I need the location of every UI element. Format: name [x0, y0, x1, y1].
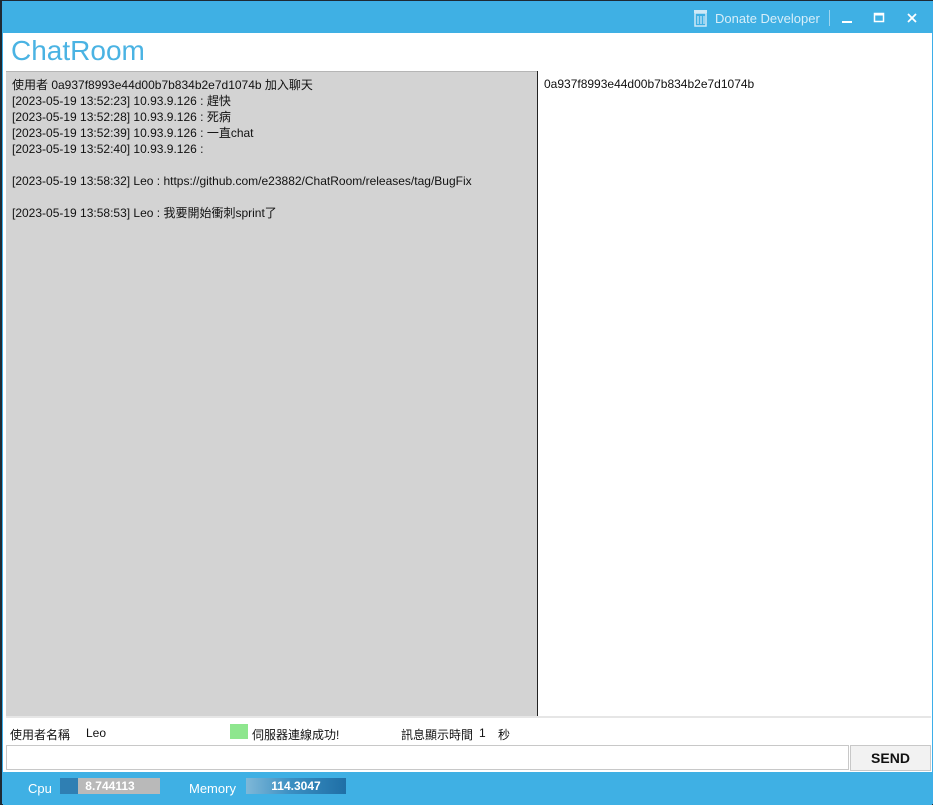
chat-message: [2023-05-19 13:58:32] Leo : https://gith…	[12, 174, 472, 188]
chat-message: [2023-05-19 13:58:53] Leo : 我要開始衝刺sprint…	[12, 206, 277, 220]
display-time-unit: 秒	[498, 728, 511, 742]
donate-developer-button[interactable]: Donate Developer	[691, 8, 820, 28]
chat-message-log[interactable]: 使用者 0a937f8993e44d00b7b834b2e7d1074b 加入聊…	[6, 71, 537, 716]
maximize-icon	[873, 12, 885, 23]
server-status-text: 伺服器連線成功!	[252, 728, 340, 742]
username-label: 使用者名稱	[10, 728, 71, 742]
content-separator	[6, 716, 931, 718]
close-button[interactable]	[902, 8, 922, 28]
chat-message	[12, 157, 531, 173]
online-users-list[interactable]: 0a937f8993e44d00b7b834b2e7d1074b	[538, 71, 930, 716]
chat-message: 使用者 0a937f8993e44d00b7b834b2e7d1074b 加入聊…	[12, 78, 313, 92]
chat-message: [2023-05-19 13:52:28] 10.93.9.126 : 死病	[12, 110, 231, 124]
title-separator	[829, 10, 830, 26]
maximize-button[interactable]	[869, 8, 889, 28]
memory-meter: 114.3047	[246, 778, 346, 794]
info-row: 使用者名稱 Leo 伺服器連線成功! 訊息顯示時間 1 秒	[3, 719, 932, 745]
donate-cup-icon	[694, 10, 707, 27]
username-value: Leo	[86, 726, 107, 740]
chat-message	[12, 189, 531, 205]
message-input[interactable]	[6, 745, 849, 770]
connection-status-indicator	[230, 724, 248, 739]
status-bar: Cpu 8.744113 Memory 114.3047	[3, 772, 932, 805]
minimize-button[interactable]	[837, 8, 857, 28]
send-button[interactable]: SEND	[850, 745, 931, 771]
close-icon	[907, 13, 917, 23]
cpu-label: Cpu	[28, 781, 52, 796]
memory-label: Memory	[189, 781, 236, 796]
donate-label: Donate Developer	[715, 10, 820, 26]
display-time-label: 訊息顯示時間	[401, 728, 474, 742]
main-window: Donate Developer ChatRoom 使用者 0a937f8993…	[2, 1, 933, 805]
cpu-meter: 8.744113	[60, 778, 160, 794]
chat-message: [2023-05-19 13:52:23] 10.93.9.126 : 趕快	[12, 94, 231, 108]
chat-message: [2023-05-19 13:52:40] 10.93.9.126 :	[12, 142, 204, 156]
display-time-value[interactable]: 1	[479, 726, 486, 740]
title-bar[interactable]: Donate Developer	[3, 2, 932, 33]
user-list-item[interactable]: 0a937f8993e44d00b7b834b2e7d1074b	[544, 77, 924, 91]
chat-message: [2023-05-19 13:52:39] 10.93.9.126 : 一直ch…	[12, 126, 254, 140]
minimize-icon	[842, 21, 852, 23]
memory-value: 114.3047	[271, 779, 321, 793]
app-title: ChatRoom	[11, 35, 145, 66]
cpu-value: 8.744113	[85, 779, 135, 793]
